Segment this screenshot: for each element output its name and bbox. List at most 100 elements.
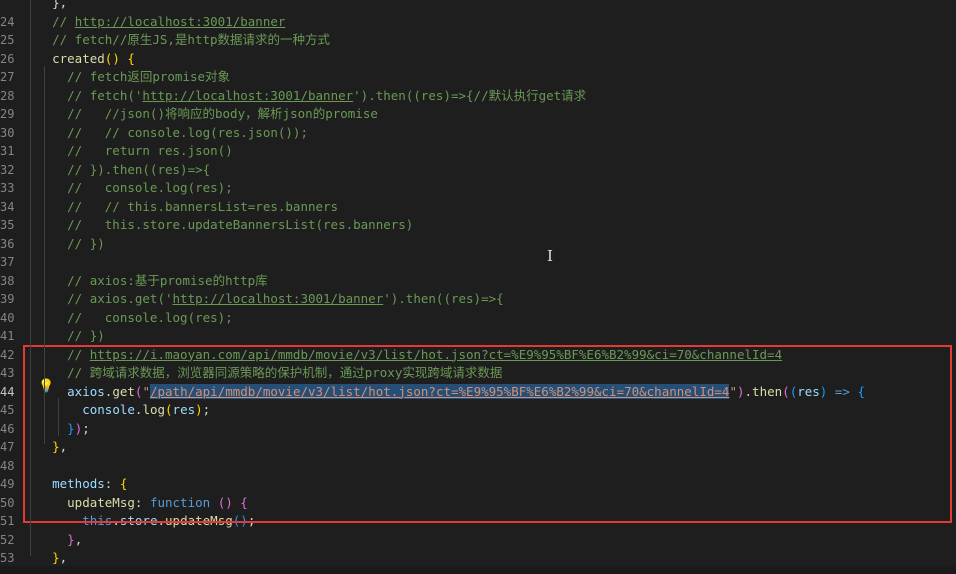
line-number: 39 [0, 292, 15, 306]
code-token: . [744, 383, 753, 399]
code-line[interactable]: // fetch返回promise对象 [22, 68, 230, 87]
code-line[interactable]: // this.store.updateBannersList(res.bann… [22, 216, 413, 235]
code-token: . [112, 513, 120, 528]
code-line[interactable]: this.store.updateMsg(); [22, 512, 255, 531]
code-line[interactable]: created() { [22, 50, 135, 69]
code-token: ) [195, 402, 203, 417]
code-token: // console.log(res); [22, 309, 233, 325]
code-token: }, [22, 0, 68, 10]
code-token: // return res.json() [22, 143, 233, 158]
code-line[interactable]: axios. get ("/path/api/mmdb/movie/v3/list/… [22, 383, 865, 402]
code-line[interactable]: // }).then((res)=>{ [22, 161, 210, 180]
line-number: 46 [0, 421, 15, 436]
code-line[interactable]: methods: { [22, 475, 127, 494]
code-token: { [240, 494, 248, 510]
code-token: ; [247, 513, 256, 528]
code-token: ) [736, 383, 745, 399]
code-token: : [134, 494, 150, 510]
code-line[interactable]: // http://localhost:3001/banner [22, 13, 285, 32]
code-line[interactable]: // axios:基于promise的http库 [22, 272, 268, 291]
code-token: // fetch返回promise对象 [22, 69, 231, 84]
code-line[interactable]: // //json()将响应的body，解析json的promise [22, 105, 378, 124]
code-line[interactable]: // }) [22, 327, 105, 346]
line-number: 52 [0, 532, 15, 547]
code-token: // //json()将响应的body，解析json的promise [22, 106, 378, 121]
code-line[interactable]: // axios.get('http://localhost:3001/bann… [22, 290, 504, 309]
line-number [0, 0, 14, 13]
code-token: // fetch(' [22, 87, 143, 103]
code-token: res [797, 383, 820, 399]
code-line[interactable]: console.log(res); [22, 401, 210, 420]
code-line[interactable]: // console.log(res); [22, 179, 233, 198]
code-token: methods [52, 476, 105, 491]
code-token: /path/api/mmdb/movie/v3/list/hot.json?ct… [149, 383, 730, 399]
code-token: () { [104, 50, 135, 66]
line-number: 24 [0, 14, 15, 29]
indent-guide [44, 66, 45, 444]
line-number: 40 [0, 310, 15, 325]
code-token: ( [165, 402, 173, 417]
code-token: => [834, 383, 850, 399]
code-token: function [149, 494, 211, 510]
line-number: 42 [0, 347, 15, 362]
line-number: 33 [0, 181, 15, 195]
code-token: https://i.maoyan.com/api/mmdb/movie/v3/l… [89, 346, 783, 362]
code-token: // }) [22, 328, 105, 343]
code-token: updateMsg [165, 513, 233, 528]
code-line[interactable]: // fetch('http://localhost:3001/banner')… [22, 87, 586, 106]
code-token: ; [202, 402, 211, 417]
code-token: // console.log(res); [22, 180, 233, 195]
code-token: , [74, 531, 83, 547]
code-token: ').then((res)=>{ [383, 291, 504, 306]
code-line[interactable]: // console.log(res); [22, 309, 233, 328]
code-token: store [119, 513, 158, 528]
code-token: this [82, 513, 113, 528]
code-line[interactable]: }, [22, 531, 82, 550]
code-token: // // this.bannersList=res.banners [22, 198, 339, 214]
code-token: // }).then((res)=>{ [22, 161, 211, 177]
code-token: ( [782, 383, 790, 399]
line-number-gutter: 24 25 26 27 28 29 30 31 32 33 34 35 36 37 38 39 40 41 42 43… [0, 0, 22, 574]
code-token: res [172, 402, 196, 417]
line-number: 38 [0, 273, 15, 288]
code-area[interactable]: }, // http://localhost:3001/banner // fe… [22, 0, 956, 574]
code-token: // [22, 346, 90, 362]
line-number: 27 [0, 70, 15, 84]
code-token: } [52, 439, 60, 454]
line-number: 49 [0, 477, 15, 491]
indent-guide [58, 398, 59, 436]
line-number: 45 [0, 403, 15, 417]
code-line[interactable]: // // console.log(res.json()); [22, 124, 308, 143]
code-token: . [157, 513, 166, 528]
code-editor[interactable]: 24 25 26 27 28 29 30 31 32 33 34 35 36 37 38 39 40 41 42 43… [0, 0, 956, 574]
code-line[interactable]: // https://i.maoyan.com/api/mmdb/movie/v… [22, 346, 782, 365]
code-line[interactable]: // }) [22, 235, 105, 254]
code-token: get [112, 383, 135, 399]
line-number: 36 [0, 236, 15, 251]
line-number: 37 [0, 255, 15, 269]
line-number: 29 [0, 107, 15, 121]
line-number: 47 [0, 440, 15, 454]
code-line[interactable]: // return res.json() [22, 142, 233, 161]
indent-guide [30, 0, 31, 556]
code-token: then [752, 383, 783, 399]
code-token: " [729, 383, 737, 399]
code-token: http://localhost:3001/banner [142, 87, 354, 103]
code-line[interactable]: }); [22, 420, 90, 439]
code-line[interactable]: updateMsg: function () { [22, 494, 248, 513]
code-line[interactable]: }, [22, 549, 67, 568]
line-number: 43 [0, 366, 15, 380]
code-line[interactable]: // fetch//原生JS,是http数据请求的一种方式 [22, 31, 330, 50]
code-line[interactable]: }, [22, 0, 67, 13]
code-token: log [142, 402, 166, 417]
line-number: 41 [0, 329, 15, 343]
code-line[interactable]: // // this.bannersList=res.banners [22, 198, 338, 217]
code-line[interactable]: // 跨域请求数据，浏览器同源策略的保护机制，通过proxy实现跨域请求数据 [22, 364, 502, 383]
code-token: http://localhost:3001/banner [74, 13, 286, 29]
